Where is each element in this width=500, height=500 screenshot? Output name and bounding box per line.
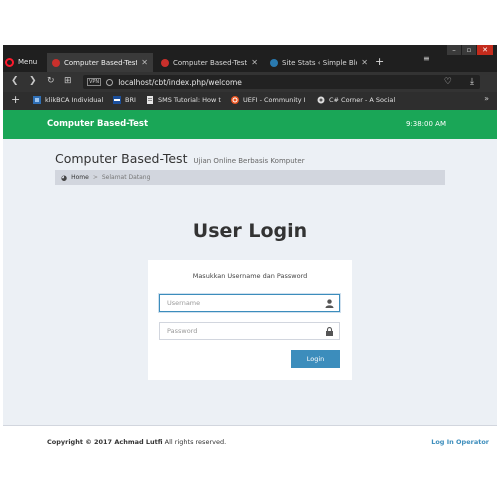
- copyright-owner: Copyright © 2017 Achmad Lutfi: [47, 438, 163, 446]
- url-text: localhost/cbt/index.php/welcome: [118, 77, 242, 87]
- bookmark-label: UEFI - Community I: [243, 96, 306, 104]
- tab-bar: Menu Computer Based-Test | Se ✕ Computer…: [3, 45, 497, 72]
- page-icon: [147, 96, 153, 104]
- tab-title: Site Stats ‹ Simple Blogs...: [282, 58, 357, 67]
- site-favicon-icon: [52, 58, 60, 67]
- opera-logo-icon: [5, 57, 14, 67]
- tab-title: Computer Based-Test | He: [173, 58, 248, 67]
- web-page: Computer Based-Test 9:38:00 AM Computer …: [3, 110, 497, 454]
- window-controls: – ▫ ✕: [447, 45, 493, 55]
- tab-computer-based-test-1[interactable]: Computer Based-Test | Se ✕: [47, 53, 153, 72]
- more-bookmarks-icon[interactable]: »: [484, 94, 489, 103]
- maximize-icon[interactable]: ▫: [462, 45, 476, 55]
- footer: Copyright © 2017 Achmad Lutfi All rights…: [3, 425, 497, 454]
- back-icon[interactable]: ❮: [11, 76, 19, 86]
- bookmark-label: C# Corner - A Social: [329, 96, 396, 104]
- site-favicon-icon: [161, 58, 169, 67]
- url-field[interactable]: VPN localhost/cbt/index.php/welcome ♡ ⤓: [83, 75, 480, 89]
- login-message: Masukkan Username dan Password: [192, 272, 308, 280]
- close-window-icon[interactable]: ✕: [477, 45, 493, 55]
- bookmark-csharp-corner[interactable]: C# Corner - A Social: [317, 96, 395, 104]
- navbar-brand[interactable]: Computer Based-Test: [47, 119, 148, 129]
- page-title: Computer Based-Test: [55, 151, 188, 166]
- breadcrumb-home[interactable]: Home: [71, 174, 89, 181]
- bca-icon: [33, 96, 41, 104]
- page-header: Computer Based-Test Ujian Online Berbasi…: [55, 151, 305, 166]
- password-input[interactable]: [167, 327, 317, 335]
- username-field[interactable]: [159, 294, 340, 312]
- page-subtitle: Ujian Online Berbasis Komputer: [193, 157, 305, 165]
- breadcrumb-separator: >: [92, 174, 98, 181]
- close-tab-icon[interactable]: ✕: [361, 58, 368, 67]
- close-tab-icon[interactable]: ✕: [251, 58, 258, 67]
- close-tab-icon[interactable]: ✕: [141, 58, 148, 67]
- operator-login-link[interactable]: Log In Operator: [431, 438, 489, 446]
- heart-icon[interactable]: ♡: [444, 75, 452, 89]
- browser-window: Menu Computer Based-Test | Se ✕ Computer…: [3, 45, 497, 454]
- login-button[interactable]: Login: [291, 350, 340, 368]
- breadcrumb-current: Selamat Datang: [101, 174, 151, 181]
- top-navbar: Computer Based-Test 9:38:00 AM: [3, 110, 497, 139]
- bookmark-bri[interactable]: BRI: [113, 96, 136, 104]
- navbar-clock: 9:38:00 AM: [405, 120, 446, 128]
- globe-icon: [106, 78, 114, 86]
- copyright-rest: All rights reserved.: [162, 438, 227, 446]
- bookmark-label: SMS Tutorial: How t: [158, 96, 221, 104]
- bookmark-label: klikBCA Individual: [45, 96, 104, 104]
- new-tab-button[interactable]: +: [375, 55, 384, 68]
- bookmarks-bar: + klikBCA Individual BRI SMS Tutorial: H…: [3, 92, 497, 111]
- opera-menu-button[interactable]: Menu: [5, 54, 37, 70]
- csharp-corner-icon: [317, 96, 325, 104]
- tab-computer-based-test-2[interactable]: Computer Based-Test | He ✕: [156, 53, 263, 72]
- copyright-text: Copyright © 2017 Achmad Lutfi All rights…: [47, 438, 226, 446]
- menu-label: Menu: [18, 58, 38, 66]
- bookmark-label: BRI: [125, 96, 136, 104]
- tab-site-stats[interactable]: Site Stats ‹ Simple Blogs... ✕: [265, 53, 373, 72]
- vpn-badge[interactable]: VPN: [87, 78, 102, 86]
- lock-icon: [326, 327, 333, 336]
- username-input[interactable]: [167, 299, 317, 307]
- add-bookmark-icon[interactable]: +: [11, 93, 20, 106]
- speed-dial-icon[interactable]: ⊞: [64, 76, 72, 86]
- address-bar: ❮ ❯ ↻ ⊞ VPN localhost/cbt/index.php/welc…: [3, 72, 497, 92]
- tab-title: Computer Based-Test | Se: [64, 58, 138, 67]
- bookmark-sms-tutorial[interactable]: SMS Tutorial: How t: [146, 96, 221, 104]
- bookmark-uefi[interactable]: UEFI - Community I: [231, 96, 306, 104]
- bookmark-klikbca[interactable]: klikBCA Individual: [33, 96, 103, 104]
- minimize-icon[interactable]: –: [447, 45, 461, 55]
- wordpress-favicon-icon: [270, 58, 278, 67]
- login-box: Masukkan Username dan Password Login: [148, 260, 352, 380]
- forward-icon[interactable]: ❯: [29, 76, 37, 86]
- dashboard-icon: ◕: [61, 173, 68, 182]
- user-icon: [325, 299, 334, 308]
- password-field[interactable]: [159, 322, 340, 340]
- reload-icon[interactable]: ↻: [47, 76, 55, 86]
- login-title: User Login: [192, 220, 308, 242]
- download-icon[interactable]: ⤓: [470, 75, 474, 89]
- tab-menu-icon[interactable]: ≡: [423, 54, 430, 63]
- breadcrumb: ◕ Home > Selamat Datang: [55, 170, 445, 185]
- bri-icon: [113, 96, 121, 104]
- ubuntu-icon: [231, 96, 239, 104]
